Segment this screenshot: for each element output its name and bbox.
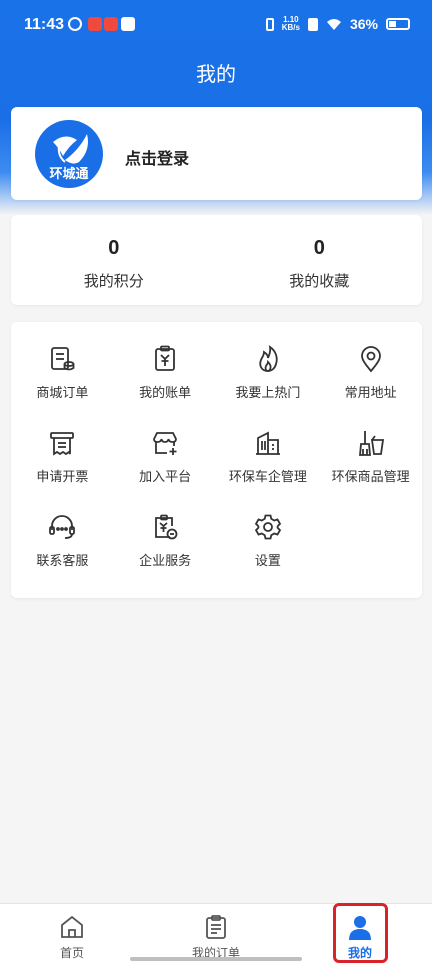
invoice-icon [50, 432, 75, 456]
stat-favorites[interactable]: 0 我的收藏 [217, 215, 423, 305]
menu-label: 企业服务 [139, 553, 192, 568]
order-list-icon [51, 347, 75, 371]
menu-label: 商城订单 [36, 385, 89, 400]
menu-label: 常用地址 [344, 385, 397, 400]
app-notification-icon [68, 17, 82, 31]
login-link[interactable]: 点击登录 [125, 145, 189, 169]
status-time: 11:43 [24, 16, 65, 33]
stats-card: 0 我的积分 0 我的收藏 [11, 215, 422, 305]
home-icon [61, 915, 83, 938]
points-value: 0 [108, 237, 120, 259]
store-add-icon [153, 432, 178, 455]
menu-label: 我要上热门 [235, 385, 301, 400]
profile-card[interactable]: 环城通 点击登录 [11, 107, 422, 200]
menu-label: 我的账单 [139, 385, 192, 400]
menu-item-invoice[interactable]: 申请开票 [11, 428, 114, 512]
stat-points[interactable]: 0 我的积分 [11, 215, 217, 305]
menu-item-join-platform[interactable]: 加入平台 [114, 428, 217, 512]
headset-icon [49, 515, 76, 539]
vibrate-icon [265, 17, 274, 31]
fire-icon [259, 345, 278, 372]
menu-label: 加入平台 [139, 469, 192, 484]
status-right: 1.10 KB/s 36% [265, 16, 410, 32]
menu-item-eco-products[interactable]: 环保商品管理 [319, 428, 422, 512]
clipboard-icon [206, 915, 226, 939]
menu-label: 环保车企管理 [228, 469, 307, 484]
mail-icon [121, 17, 135, 31]
location-icon [360, 346, 381, 373]
network-speed: 1.10 KB/s [282, 16, 300, 32]
cleaning-icon [358, 431, 384, 456]
enterprise-icon [155, 514, 178, 540]
favorites-label: 我的收藏 [289, 273, 350, 290]
menu-item-address[interactable]: 常用地址 [319, 344, 422, 428]
menu-label: 申请开票 [36, 469, 89, 484]
logo-text: 环城通 [49, 166, 89, 181]
menu-item-enterprise-service[interactable]: 企业服务 [114, 512, 217, 596]
menu-item-vehicle-company[interactable]: 环保车企管理 [217, 428, 320, 512]
app-logo: 环城通 [35, 120, 103, 188]
menu-item-customer-service[interactable]: 联系客服 [11, 512, 114, 596]
menu-item-mall-orders[interactable]: 商城订单 [11, 344, 114, 428]
app-notification-icon [88, 17, 102, 31]
menu-item-my-bill[interactable]: 我的账单 [114, 344, 217, 428]
menu-label: 联系客服 [36, 553, 89, 568]
favorites-value: 0 [313, 237, 325, 259]
menu-grid: 商城订单 我的账单 我要上热门 常用地址 申请开票 加入平台 环保车企管理 环保… [11, 322, 422, 598]
menu-item-settings[interactable]: 设置 [217, 512, 320, 596]
menu-item-go-trending[interactable]: 我要上热门 [217, 344, 320, 428]
network-speed-unit: KB/s [281, 23, 300, 32]
tab-my-orders[interactable]: 我的订单 [144, 904, 288, 964]
building-icon [255, 431, 280, 455]
wifi-icon [326, 18, 341, 30]
menu-label: 设置 [254, 553, 281, 568]
battery-percent: 36% [349, 16, 378, 32]
bill-icon [155, 345, 176, 371]
points-label: 我的积分 [83, 273, 144, 290]
sim-icon [307, 17, 318, 31]
home-indicator[interactable] [130, 957, 302, 961]
menu-label: 环保商品管理 [331, 469, 410, 484]
gear-icon [254, 514, 282, 540]
status-bar: 11:43 1.10 KB/s 36% [0, 0, 432, 50]
selection-highlight [333, 903, 388, 963]
battery-icon [386, 18, 410, 30]
app-notification-icon [104, 17, 118, 31]
tab-home[interactable]: 首页 [0, 904, 144, 964]
tab-label: 首页 [59, 946, 84, 960]
page-title: 我的 [196, 64, 236, 86]
